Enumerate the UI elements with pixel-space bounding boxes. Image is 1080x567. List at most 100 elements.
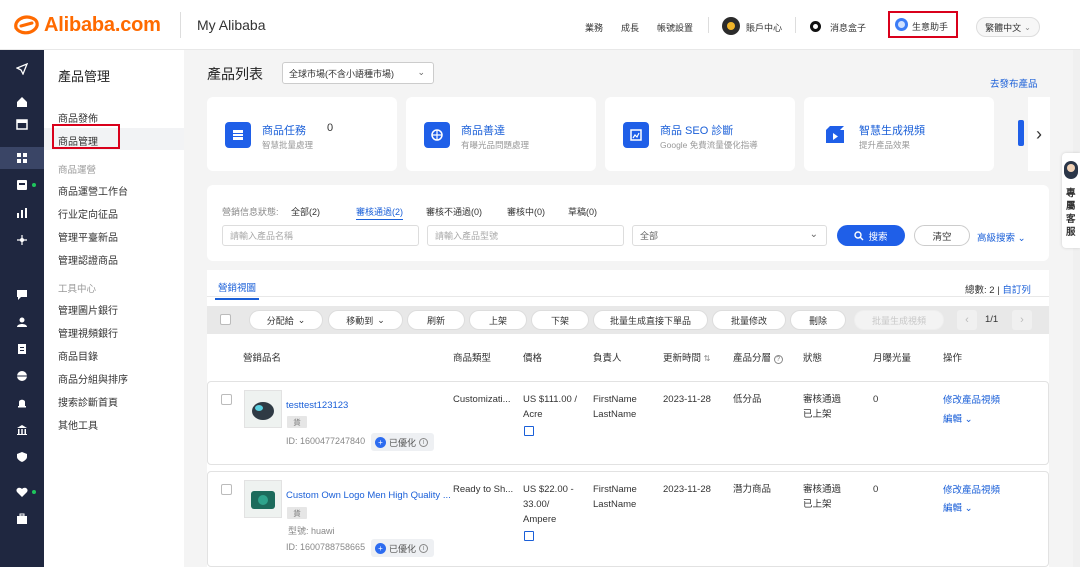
optimized-badge[interactable]: + 已優化 i [371, 539, 435, 557]
store-icon[interactable] [15, 117, 29, 131]
custom-columns-link[interactable]: 自訂列 [1002, 285, 1031, 296]
delete-button[interactable]: 刪除 [790, 310, 846, 330]
chevron-down-icon: ⌄ [809, 229, 818, 240]
publish-product-link[interactable]: 去發布產品 [990, 76, 1038, 90]
market-select-value: 全球市場(不含小語種市場) [289, 68, 394, 79]
product-name-link[interactable]: Custom Own Logo Men High Quality ... [286, 488, 451, 503]
edit-icon[interactable] [524, 531, 534, 541]
nav-business[interactable]: 業務 [585, 21, 603, 34]
bulk-edit-button[interactable]: 批量修改 [712, 310, 786, 330]
owner-first: FirstName [593, 394, 637, 405]
language-select[interactable]: 繁體中文 ⌄ [976, 17, 1040, 37]
prev-page-button[interactable]: ‹ [957, 310, 977, 330]
users-icon[interactable] [15, 315, 29, 329]
nav-item-other-tools[interactable]: 其他工具 [58, 417, 98, 432]
business-assistant-button[interactable]: 生意助手 [912, 20, 948, 33]
nav-item-ops-workbench[interactable]: 商品運營工作台 [58, 183, 128, 198]
market-select[interactable]: 全球市場(不含小語種市場) ⌄ [282, 62, 434, 84]
clipboard-icon[interactable] [15, 342, 29, 356]
advanced-search-link[interactable]: 高級搜索 ⌄ [977, 230, 1026, 244]
chart-icon[interactable] [15, 206, 29, 220]
clear-button[interactable]: 清空 [914, 225, 970, 246]
nav-account-settings[interactable]: 帳號設置 [657, 21, 693, 34]
alibaba-logo[interactable]: Alibaba.com [12, 12, 161, 38]
advanced-search-label: 高級搜索 [977, 233, 1016, 244]
filter-tab-draft[interactable]: 草稿(0) [568, 205, 597, 218]
owner-last: LastName [593, 409, 637, 420]
product-name-input[interactable]: 請輸入產品名稱 [222, 225, 419, 246]
edit-icon[interactable] [524, 426, 534, 436]
unpublish-button[interactable]: 下架 [531, 310, 589, 330]
product-thumbnail[interactable] [244, 390, 282, 428]
globe-icon[interactable] [15, 369, 29, 383]
nav-item-certified-products[interactable]: 管理認證商品 [58, 252, 118, 267]
product-model-input[interactable]: 請輸入產品型號 [427, 225, 624, 246]
card-product-tasks[interactable]: 商品任務 0 智慧批量處理 [207, 97, 397, 171]
row-checkbox[interactable] [221, 484, 232, 495]
nav-item-search-diagnosis[interactable]: 搜索診斷首頁 [58, 394, 118, 409]
nav-growth[interactable]: 成長 [621, 21, 639, 34]
filter-tab-all[interactable]: 全部(2) [291, 205, 320, 218]
edit-video-link[interactable]: 修改產品視頻 [943, 393, 1000, 408]
bulk-direct-order-button[interactable]: 批量生成直接下單品 [593, 310, 708, 330]
owner-last: LastName [593, 499, 637, 510]
product-type: Ready to Sh... [453, 484, 514, 495]
message-icon[interactable] [810, 21, 821, 32]
message-box-link[interactable]: 消息盒子 [830, 21, 866, 34]
bell-icon[interactable] [15, 396, 29, 410]
card-product-diagnosis[interactable]: 商品善達 有曝光品問題處理 [406, 97, 596, 171]
heart-icon[interactable] [15, 485, 29, 499]
share-icon[interactable] [15, 233, 29, 247]
optimized-badge[interactable]: + 已優化 i [371, 433, 435, 451]
col-updated[interactable]: 更新時間 ⇅ [663, 350, 710, 364]
header-separator [795, 17, 796, 33]
filter-tab-reviewing[interactable]: 審核中(0) [507, 205, 545, 218]
status-select[interactable]: 全部 ⌄ [632, 225, 827, 246]
product-thumbnail[interactable] [244, 480, 282, 518]
nav-item-catalog[interactable]: 商品目錄 [58, 348, 98, 363]
assign-to-button[interactable]: 分配給 ⌄ [249, 310, 323, 330]
tab-marketing-view[interactable]: 營銷視圖 [215, 280, 260, 300]
product-name-link[interactable]: testtest123123 [286, 398, 348, 413]
briefcase-icon[interactable] [15, 512, 29, 526]
avatar[interactable] [722, 17, 740, 35]
nav-item-image-bank[interactable]: 管理圖片銀行 [58, 302, 118, 317]
home-icon[interactable] [15, 95, 29, 109]
publish-button[interactable]: 上架 [469, 310, 527, 330]
card-seo-diagnosis[interactable]: 商品 SEO 診斷 Google 免費流量優化指導 [605, 97, 795, 171]
refresh-button[interactable]: 刷新 [407, 310, 465, 330]
row-checkbox[interactable] [221, 394, 232, 405]
chevron-down-icon: ⌄ [1017, 233, 1026, 244]
select-all-checkbox[interactable] [220, 314, 231, 325]
bulk-generate-video-button[interactable]: 批量生成視頻 [854, 310, 944, 330]
account-center-link[interactable]: 賬戶中心 [746, 21, 782, 34]
nav-item-industry-collection[interactable]: 行业定向征品 [58, 206, 118, 221]
card-smart-video[interactable]: 智慧生成視頻 提升產品效果 [804, 97, 994, 171]
dedicated-service-button[interactable]: 專屬客服 [1062, 153, 1080, 248]
send-icon[interactable] [15, 62, 29, 76]
nav-item-new-products[interactable]: 管理平臺新品 [58, 229, 118, 244]
edit-dropdown[interactable]: 編輯 ⌄ [943, 412, 973, 427]
filter-tab-rejected[interactable]: 審核不通過(0) [426, 205, 482, 218]
edit-dropdown[interactable]: 編輯 ⌄ [943, 501, 973, 516]
page-scrollbar[interactable] [1073, 50, 1080, 567]
chevron-right-icon[interactable]: › [1028, 97, 1050, 171]
move-to-button[interactable]: 移動到 ⌄ [328, 310, 403, 330]
nav-item-video-bank[interactable]: 管理視頻銀行 [58, 325, 118, 340]
col-product-name: 營銷品名 [243, 353, 282, 364]
grid-icon[interactable] [15, 151, 29, 165]
brand-name: Alibaba.com [44, 13, 161, 36]
nav-item-grouping[interactable]: 商品分組與排序 [58, 371, 128, 386]
shield-icon[interactable] [15, 450, 29, 464]
page-subtitle[interactable]: My Alibaba [197, 17, 265, 33]
help-icon[interactable]: ? [773, 355, 783, 364]
edit-video-link[interactable]: 修改產品視頻 [943, 483, 1000, 498]
col-tier-label: 產品分層 [733, 353, 772, 364]
bank-icon[interactable] [15, 423, 29, 437]
search-button[interactable]: 搜索 [837, 225, 905, 246]
chat-icon[interactable] [15, 288, 29, 302]
next-page-button[interactable]: › [1012, 310, 1032, 330]
shop-icon[interactable] [15, 178, 29, 192]
nav-item-publish[interactable]: 商品發佈 [58, 110, 98, 125]
filter-tab-approved[interactable]: 審核通過(2) [356, 205, 403, 220]
